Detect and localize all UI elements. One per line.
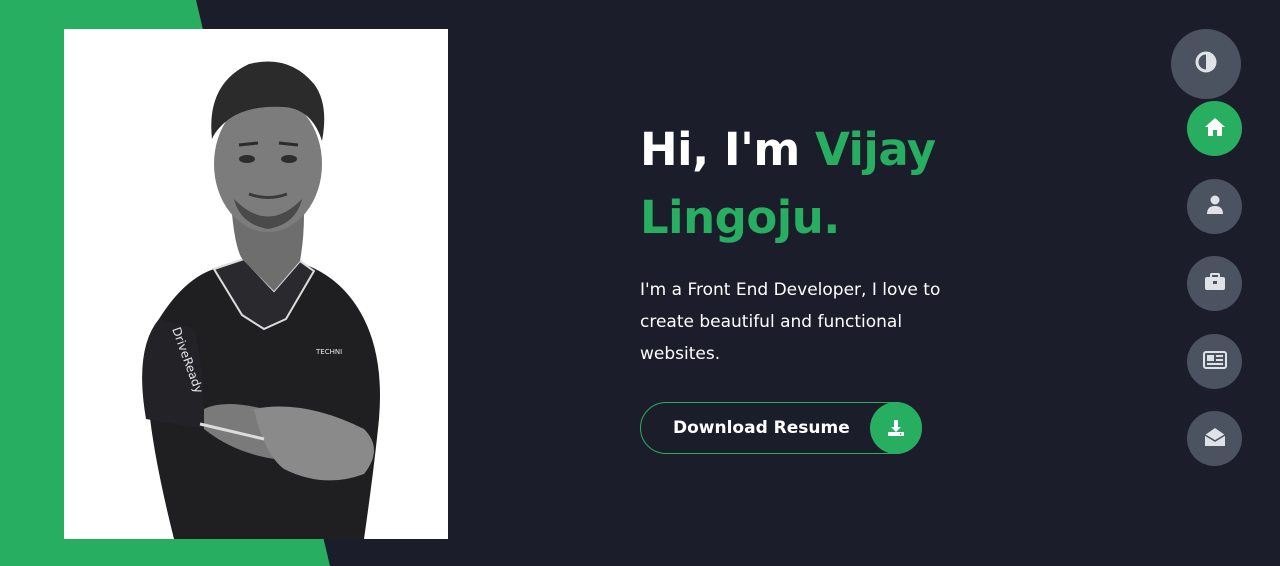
hero-section: Hi, I'm Vijay Lingoju. I'm a Front End D…	[640, 116, 1060, 370]
nav-blog-button[interactable]	[1187, 334, 1242, 389]
home-icon	[1204, 117, 1226, 141]
nav-contact-button[interactable]	[1187, 411, 1242, 466]
greeting-text: Hi, I'm	[640, 123, 800, 176]
first-name-text: Vijay	[814, 123, 936, 176]
briefcase-icon	[1204, 272, 1226, 295]
half-circle-icon	[1195, 51, 1217, 77]
newspaper-icon	[1202, 350, 1227, 373]
last-name-text: Lingoju.	[640, 191, 840, 244]
hero-description: I'm a Front End Developer, I love to cre…	[640, 280, 941, 364]
user-icon	[1206, 195, 1224, 219]
theme-toggle-button[interactable]	[1171, 29, 1241, 99]
nav-about-button[interactable]	[1187, 179, 1242, 234]
download-resume-button[interactable]: Download Resume	[640, 402, 922, 454]
nav-home-button[interactable]	[1187, 101, 1242, 156]
svg-text:TECHNI: TECHNI	[315, 348, 342, 356]
download-icon	[870, 402, 922, 454]
hero-title: Hi, I'm Vijay Lingoju.	[640, 116, 1060, 252]
home-page: DriveReady TECHNI Hi, I'm Vijay Lingoju.…	[0, 0, 1280, 566]
profile-photo: DriveReady TECHNI	[64, 29, 448, 539]
envelope-open-icon	[1204, 427, 1226, 451]
download-resume-label: Download Resume	[673, 418, 850, 438]
nav-portfolio-button[interactable]	[1187, 256, 1242, 311]
